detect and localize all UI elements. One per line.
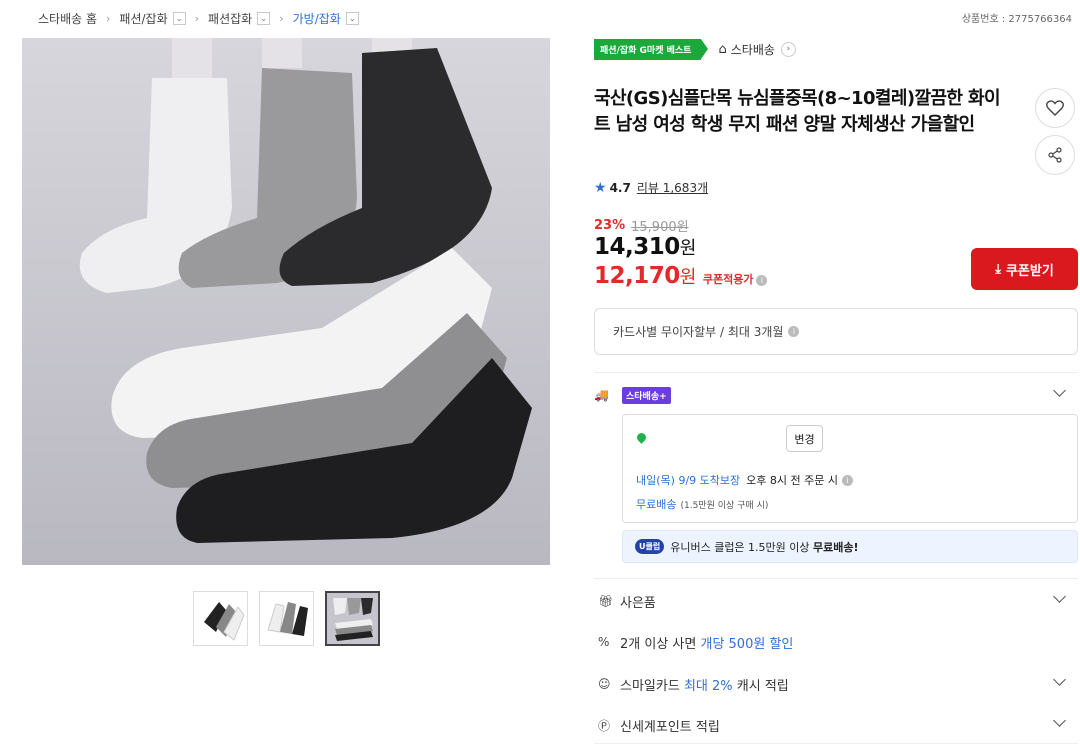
chevron-down-icon[interactable]: ⌄ — [345, 11, 359, 25]
change-address-button[interactable]: 변경 — [786, 425, 823, 452]
universe-club-banner[interactable]: U클럽 유니버스 클럽은 1.5만원 이상 무료배송! — [622, 530, 1078, 563]
star-icon: ★ — [594, 179, 607, 196]
gift-icon: 🎁︎ — [598, 594, 614, 608]
thumbnail-image — [327, 593, 378, 644]
chevron-down-icon[interactable] — [1052, 590, 1068, 606]
review-link[interactable]: 리뷰 1,683개 — [637, 179, 708, 196]
breadcrumb-bags[interactable]: 가방/잡화 ⌄ — [293, 10, 359, 27]
divider — [594, 372, 1078, 373]
thumbnail-2[interactable] — [259, 591, 314, 646]
chevron-down-icon[interactable]: ⌄ — [172, 11, 186, 25]
discount-rate: 23% — [594, 218, 626, 233]
socks-illustration — [22, 38, 550, 565]
store-link[interactable]: ⌂ 스타배송 › — [718, 41, 796, 58]
smile-card-icon: ☺ — [598, 677, 611, 691]
thumbnail-image — [260, 592, 313, 645]
thumbnail-image — [194, 592, 247, 645]
point-icon: Ⓟ — [598, 718, 611, 733]
chevron-down-icon[interactable] — [1052, 714, 1068, 730]
multi-buy-discount-row: % 2개 이상 사면 개당 500원 할인 — [598, 635, 794, 652]
chevron-down-icon[interactable] — [1052, 384, 1068, 400]
info-icon[interactable]: i — [756, 275, 768, 286]
thumbnail-3[interactable] — [325, 591, 380, 646]
share-button[interactable] — [1035, 135, 1075, 175]
gift-row[interactable]: 🎁︎ 사은품 — [594, 590, 1078, 612]
coupon-download-button[interactable]: ⤓ 쿠폰받기 — [971, 248, 1078, 290]
star-delivery-badge: 스타배송+ — [622, 386, 671, 404]
info-icon[interactable]: i — [788, 326, 800, 337]
chevron-right-icon: › — [780, 41, 796, 57]
product-info: 패션/잡화 G마켓 베스트 ⌂ 스타배송 › 국산(GS)심플단목 뉴심플중목(… — [594, 38, 1080, 744]
divider — [594, 743, 1078, 744]
info-icon[interactable]: i — [841, 474, 853, 486]
product-title: 국산(GS)심플단목 뉴심플중목(8~10켤레)깔끔한 화이트 남성 여성 학생… — [594, 88, 1001, 135]
breadcrumb: 스타배송 홈 › 패션/잡화 ⌄ › 패션잡화 ⌄ › 가방/잡화 ⌄ — [38, 9, 359, 27]
smile-card-row[interactable]: ☺ 스마일카드 최대 2% 캐시 적립 — [594, 673, 1078, 695]
breadcrumb-fashion[interactable]: 패션/잡화 ⌄ — [119, 10, 186, 27]
breadcrumb-separator: › — [106, 11, 111, 25]
coupon-price: 12,170원 — [594, 263, 696, 289]
breadcrumb-separator: › — [279, 11, 284, 25]
wishlist-button[interactable] — [1035, 88, 1075, 128]
sale-price: 14,310원 — [594, 234, 696, 260]
tag-row: 패션/잡화 G마켓 베스트 ⌂ 스타배송 › — [594, 38, 1080, 60]
installment-info[interactable]: 카드사별 무이자할부 / 최대 3개월 i — [594, 308, 1078, 355]
shinsegae-point-row[interactable]: Ⓟ 신세계포인트 적립 — [594, 714, 1078, 736]
heart-icon — [1046, 100, 1064, 116]
universe-club-badge: U클럽 — [635, 539, 665, 554]
main-product-image[interactable] — [22, 38, 550, 565]
thumbnail-list — [193, 591, 380, 646]
home-icon: ⌂ — [718, 41, 727, 57]
rating-row: ★ 4.7 리뷰 1,683개 — [594, 179, 708, 196]
shipping-box: 변경 내일(목) 9/9 도착보장 오후 8시 전 주문 시 i 무료배송 (1.… — [622, 414, 1078, 523]
pin-icon — [635, 431, 648, 444]
coupon-price-row: 12,170원 쿠폰적용가 i — [594, 263, 768, 289]
chevron-down-icon[interactable]: ⌄ — [257, 11, 271, 25]
thumbnail-1[interactable] — [193, 591, 248, 646]
breadcrumb-home[interactable]: 스타배송 홈 — [38, 10, 97, 27]
discount-row: 23% 15,900원 — [594, 216, 689, 235]
product-number: 상품번호 : 2775766364 — [961, 14, 1072, 25]
free-shipping: 무료배송 (1.5만원 이상 구매 시) — [636, 498, 769, 511]
original-price: 15,900원 — [631, 220, 689, 235]
coupon-price-label: 쿠폰적용가 — [702, 273, 754, 286]
breadcrumb-separator: › — [194, 11, 200, 25]
download-icon: ⤓ — [995, 261, 1001, 277]
divider — [594, 578, 1078, 579]
share-icon — [1048, 147, 1062, 163]
arrival-info: 내일(목) 9/9 도착보장 오후 8시 전 주문 시 i — [636, 472, 853, 488]
discount-icon: % — [598, 635, 610, 649]
shipping-row[interactable]: 🚚 스타배송+ — [594, 384, 1078, 406]
truck-icon: 🚚 — [594, 388, 609, 402]
best-badge[interactable]: 패션/잡화 G마켓 베스트 — [594, 38, 709, 60]
chevron-down-icon[interactable] — [1052, 673, 1068, 689]
rating-score: 4.7 — [609, 180, 631, 195]
breadcrumb-fashion-goods[interactable]: 패션잡화 ⌄ — [208, 10, 271, 27]
